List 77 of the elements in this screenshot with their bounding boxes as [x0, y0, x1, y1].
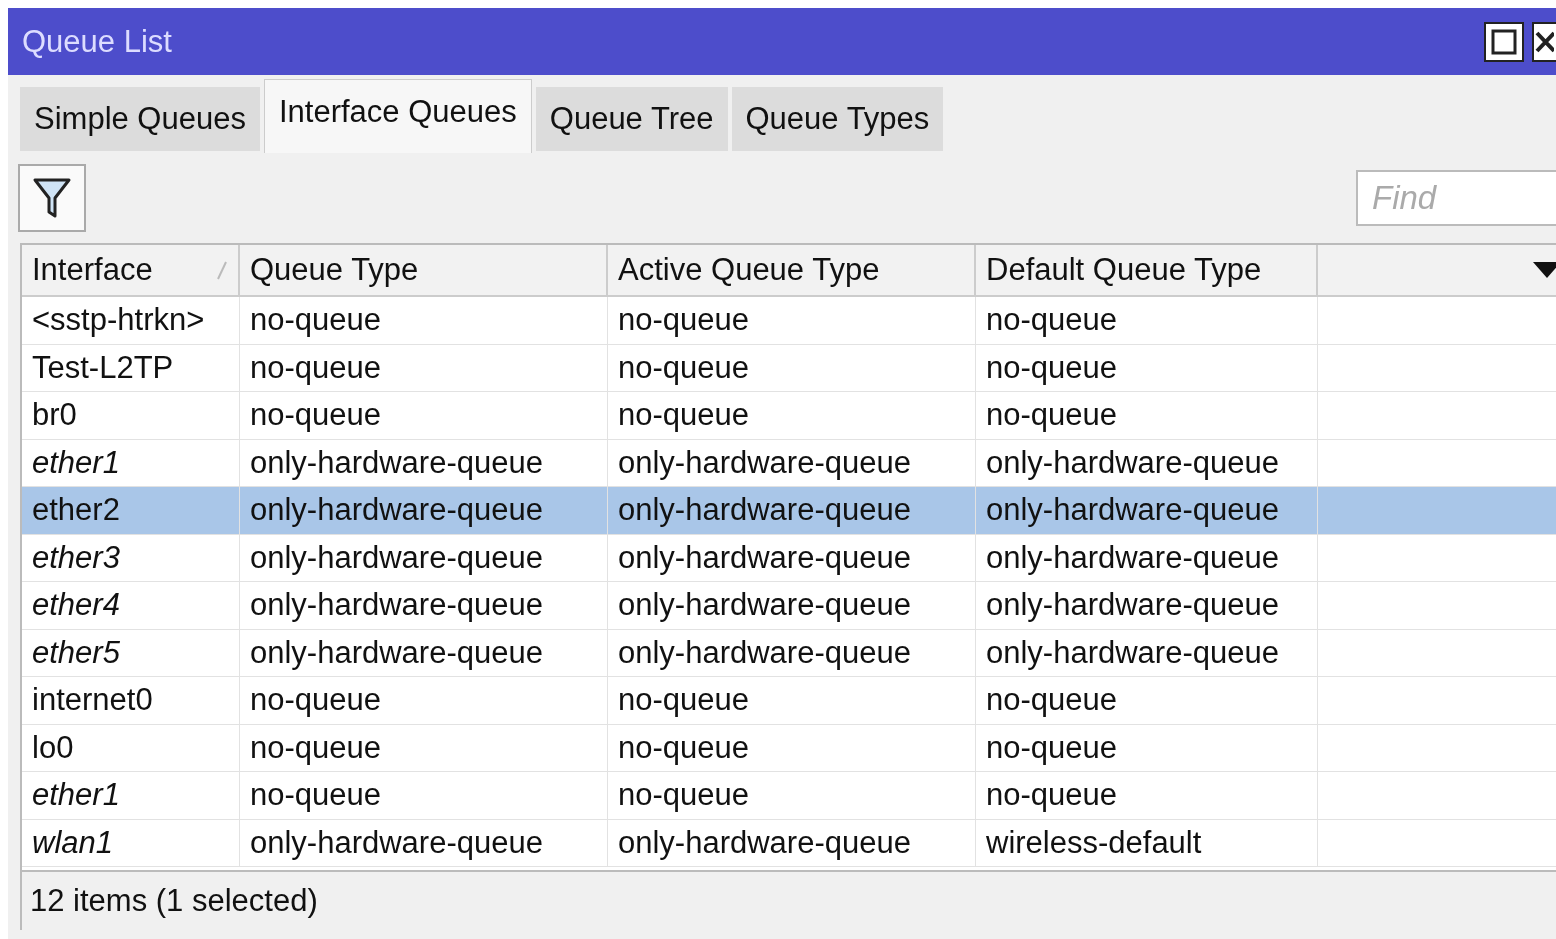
table-cell: only-hardware-queue — [618, 824, 911, 861]
table-cell: only-hardware-queue — [250, 824, 543, 861]
table-row[interactable]: ether1 no-queue no-queue no-queue — [22, 772, 1556, 820]
table-cell: no-queue — [250, 777, 381, 814]
tab[interactable]: Queue Types — [731, 87, 944, 151]
table-cell: only-hardware-queue — [250, 492, 543, 529]
table-cell: only-hardware-queue — [250, 587, 543, 624]
dropdown-arrow-icon[interactable] — [1532, 261, 1556, 279]
table-cell: ether5 — [32, 634, 120, 671]
column-header[interactable]: Active Queue Type — [618, 252, 880, 288]
table-cell: no-queue — [986, 682, 1117, 719]
table-cell: lo0 — [32, 729, 74, 766]
table-cell: no-queue — [250, 729, 381, 766]
table-cell: no-queue — [618, 302, 749, 339]
table-row[interactable]: lo0 no-queue no-queue no-queue — [22, 724, 1556, 772]
table-row[interactable]: br0 no-queue no-queue no-queue — [22, 392, 1556, 440]
table-cell: no-queue — [250, 302, 381, 339]
table-cell: no-queue — [618, 682, 749, 719]
table-cell: no-queue — [618, 397, 749, 434]
search-field[interactable]: Find — [1356, 170, 1556, 226]
table-cell: wlan1 — [32, 824, 113, 861]
table-row[interactable]: internet0 no-queue no-queue no-queue — [22, 677, 1556, 725]
table-row[interactable]: ether5 only-hardware-queue only-hardware-queue only-hardware-queue — [22, 629, 1556, 677]
table-cell: only-hardware-queue — [986, 587, 1279, 624]
table-cell: no-queue — [986, 349, 1117, 386]
filter-button[interactable] — [18, 164, 86, 232]
table-cell: only-hardware-queue — [986, 444, 1279, 481]
table-cell: only-hardware-queue — [618, 492, 911, 529]
table-cell: ether3 — [32, 539, 120, 576]
column-header[interactable]: Queue Type — [250, 252, 419, 288]
table-cell: only-hardware-queue — [250, 634, 543, 671]
close-button[interactable] — [1532, 21, 1556, 62]
table-cell: no-queue — [618, 777, 749, 814]
table-cell: ether1 — [32, 444, 120, 481]
table-cell: ether2 — [32, 492, 120, 529]
table-cell: no-queue — [618, 349, 749, 386]
table-cell: only-hardware-queue — [986, 492, 1279, 529]
table-cell: only-hardware-queue — [618, 634, 911, 671]
table-cell: only-hardware-queue — [618, 444, 911, 481]
table-cell: only-hardware-queue — [618, 539, 911, 576]
table-cell: only-hardware-queue — [986, 539, 1279, 576]
table-row[interactable]: <sstp-htrkn> no-queue no-queue no-queue — [22, 297, 1556, 345]
table-row[interactable]: ether2 only-hardware-queue only-hardware-queue only-hardware-queue — [22, 487, 1556, 535]
table-cell: only-hardware-queue — [986, 634, 1279, 671]
table-cell: no-queue — [250, 349, 381, 386]
tab[interactable]: Interface Queues — [263, 79, 532, 153]
tab[interactable]: Simple Queues — [20, 87, 260, 151]
table-cell: only-hardware-queue — [250, 539, 543, 576]
table-cell: no-queue — [986, 397, 1117, 434]
table-cell: no-queue — [986, 777, 1117, 814]
column-header[interactable]: Default Queue Type — [986, 252, 1262, 288]
filter-icon — [32, 176, 72, 220]
sort-icon — [216, 259, 228, 281]
status-text: 12 items (1 selected) — [30, 883, 318, 919]
table-cell: ether4 — [32, 587, 120, 624]
window-title: Queue List — [22, 23, 173, 60]
table-cell: ether1 — [32, 777, 120, 814]
table-cell: only-hardware-queue — [250, 444, 543, 481]
maximize-button[interactable] — [1484, 21, 1524, 62]
maximize-icon — [1491, 28, 1517, 55]
table-cell: no-queue — [618, 729, 749, 766]
table-cell: no-queue — [250, 397, 381, 434]
table-cell: no-queue — [250, 682, 381, 719]
table-cell: <sstp-htrkn> — [32, 302, 205, 339]
column-header[interactable]: Interface — [32, 252, 153, 288]
table-cell: wireless-default — [986, 824, 1202, 861]
table-row[interactable]: ether4 only-hardware-queue only-hardware-queue only-hardware-queue — [22, 582, 1556, 630]
table-row[interactable]: wlan1 only-hardware-queue only-hardware-queue wireless-default — [22, 819, 1556, 867]
table-cell: br0 — [32, 397, 77, 434]
table-cell: no-queue — [986, 302, 1117, 339]
table-cell: internet0 — [32, 682, 153, 719]
table-row[interactable]: ether3 only-hardware-queue only-hardware-queue only-hardware-queue — [22, 534, 1556, 582]
table-cell: Test-L2TP — [32, 349, 174, 386]
table-cell: only-hardware-queue — [618, 587, 911, 624]
table-row[interactable]: Test-L2TP no-queue no-queue no-queue — [22, 344, 1556, 392]
tab[interactable]: Queue Tree — [535, 87, 728, 151]
table-cell: no-queue — [986, 729, 1117, 766]
